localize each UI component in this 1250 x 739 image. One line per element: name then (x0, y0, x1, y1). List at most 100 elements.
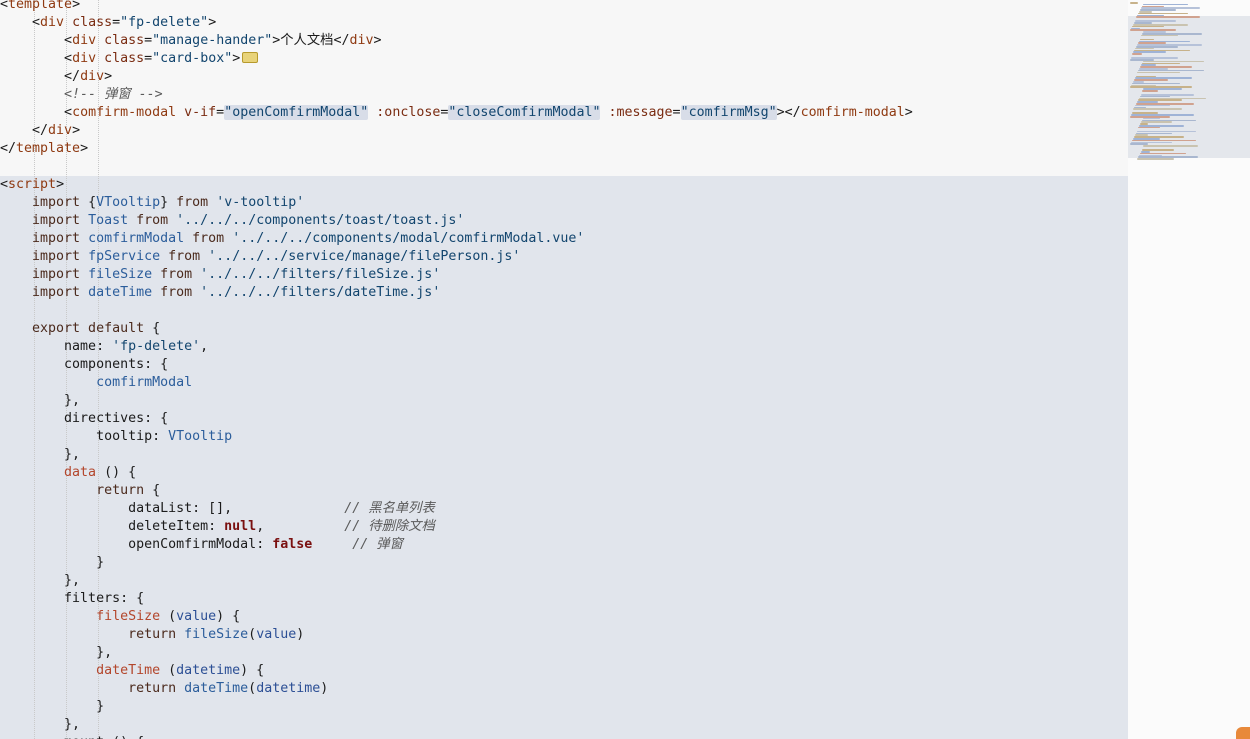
code-token: name (0, 339, 97, 354)
code-line[interactable]: }, (0, 446, 913, 464)
code-token: = (216, 105, 225, 120)
code-line[interactable]: fileSize (value) { (0, 608, 913, 626)
code-token: < (0, 33, 73, 48)
code-token: "openComfirmModal" (224, 105, 369, 120)
code-line[interactable] (0, 302, 913, 320)
code-line[interactable]: <template> (0, 0, 913, 14)
code-token: fpService (88, 249, 161, 264)
code-token: :onclose (368, 105, 441, 120)
code-token: ) { (216, 609, 241, 624)
code-line[interactable]: export default { (0, 320, 913, 338)
code-token: // 弹窗 (352, 537, 403, 552)
code-editor[interactable]: <template> <div class="fp-delete"> <div … (0, 0, 1128, 739)
code-line[interactable]: import comfirmModal from '../../../compo… (0, 230, 913, 248)
code-line[interactable]: import Toast from '../../../components/t… (0, 212, 913, 230)
code-token: "comfirmMsg" (680, 105, 777, 120)
code-line[interactable]: }, (0, 716, 913, 734)
code-line[interactable]: } (0, 698, 913, 716)
code-line[interactable]: deleteItem: null, // 待删除文档 (0, 518, 913, 536)
code-token: > (104, 69, 113, 84)
code-line[interactable]: <script> (0, 176, 913, 194)
code-token: : (256, 537, 273, 552)
code-token: comfirmModal (88, 231, 185, 246)
code-line[interactable]: <!-- 弹窗 --> (0, 86, 913, 104)
code-token: </ (0, 123, 49, 138)
code-line[interactable]: import fpService from '../../../service/… (0, 248, 913, 266)
code-line[interactable]: <div class="manage-hander">个人文档</div> (0, 32, 913, 50)
code-token: > (208, 15, 217, 30)
code-token: = (672, 105, 681, 120)
code-token: }, (0, 393, 81, 408)
code-line[interactable]: components: { (0, 356, 913, 374)
code-token: div (48, 123, 73, 138)
code-token: comfirm-modal (800, 105, 905, 120)
code-token: "fp-delete" (120, 15, 209, 30)
code-line[interactable]: import fileSize from '../../../filters/f… (0, 266, 913, 284)
code-token: ( (248, 627, 257, 642)
code-line[interactable]: </div> (0, 68, 913, 86)
minimap-line (1143, 145, 1198, 147)
code-lines[interactable]: <template> <div class="fp-delete"> <div … (0, 0, 913, 739)
code-token: VTooltip (96, 195, 161, 210)
code-line[interactable]: </template> (0, 140, 913, 158)
code-token: div (349, 33, 374, 48)
code-line[interactable]: import dateTime from '../../../filters/d… (0, 284, 913, 302)
code-line[interactable]: data () { (0, 464, 913, 482)
code-token: return (0, 681, 185, 696)
code-line[interactable]: openComfirmModal: false // 弹窗 (0, 536, 913, 554)
code-token: { (152, 321, 161, 336)
code-line[interactable]: }, (0, 572, 913, 590)
code-line[interactable]: return { (0, 482, 913, 500)
corner-tab-icon[interactable] (1236, 727, 1250, 739)
code-line[interactable]: directives: { (0, 410, 913, 428)
code-line[interactable]: <div class="card-box"> (0, 50, 913, 68)
code-token: template (16, 141, 81, 156)
code-line[interactable]: }, (0, 644, 913, 662)
code-token: div (80, 69, 105, 84)
code-line[interactable]: return dateTime(datetime) (0, 680, 913, 698)
code-line[interactable]: filters: { (0, 590, 913, 608)
code-line[interactable]: dataList: [], // 黑名单列表 (0, 500, 913, 518)
minimap-line (1137, 158, 1174, 160)
code-line[interactable]: return fileSize(value) (0, 626, 913, 644)
code-token: } (0, 699, 105, 714)
code-token: ( (160, 663, 177, 678)
code-line[interactable]: import {VTooltip} from 'v-tooltip' (0, 194, 913, 212)
code-line[interactable]: tooltip: VTooltip (0, 428, 913, 446)
code-line[interactable]: } (0, 554, 913, 572)
code-token: class (64, 15, 113, 30)
fold-badge-icon[interactable] (242, 51, 259, 63)
code-token: from (152, 267, 201, 282)
code-line[interactable]: comfirmModal (0, 374, 913, 392)
code-token: mount () { (0, 735, 144, 739)
code-token: "card-box" (152, 51, 233, 66)
minimap-line (1132, 53, 1142, 55)
code-line[interactable]: </div> (0, 122, 913, 140)
code-token: filters (0, 591, 121, 606)
code-line[interactable] (0, 158, 913, 176)
code-token: { (88, 195, 97, 210)
code-token: tooltip (0, 429, 153, 444)
code-token: }, (0, 717, 81, 732)
code-line[interactable]: <comfirm-modal v-if="openComfirmModal" :… (0, 104, 913, 122)
code-line[interactable]: dateTime (datetime) { (0, 662, 913, 680)
code-token: from (128, 213, 177, 228)
code-token: dateTime (0, 663, 161, 678)
code-line[interactable]: name: 'fp-delete', (0, 338, 913, 356)
code-token: dateTime (88, 285, 153, 300)
code-line[interactable]: mount () { (0, 734, 913, 739)
code-token: , (256, 519, 345, 534)
code-token: < (0, 177, 9, 192)
code-token: }, (0, 447, 81, 462)
minimap-line (1133, 108, 1182, 110)
code-line[interactable]: }, (0, 392, 913, 410)
code-token: , (200, 339, 209, 354)
code-line[interactable]: <div class="fp-delete"> (0, 14, 913, 32)
code-token: Toast (88, 213, 129, 228)
code-token: ) { (240, 663, 265, 678)
code-token: : [], (192, 501, 345, 516)
code-token: components (0, 357, 145, 372)
code-token: > (56, 177, 65, 192)
minimap[interactable] (1128, 0, 1250, 739)
